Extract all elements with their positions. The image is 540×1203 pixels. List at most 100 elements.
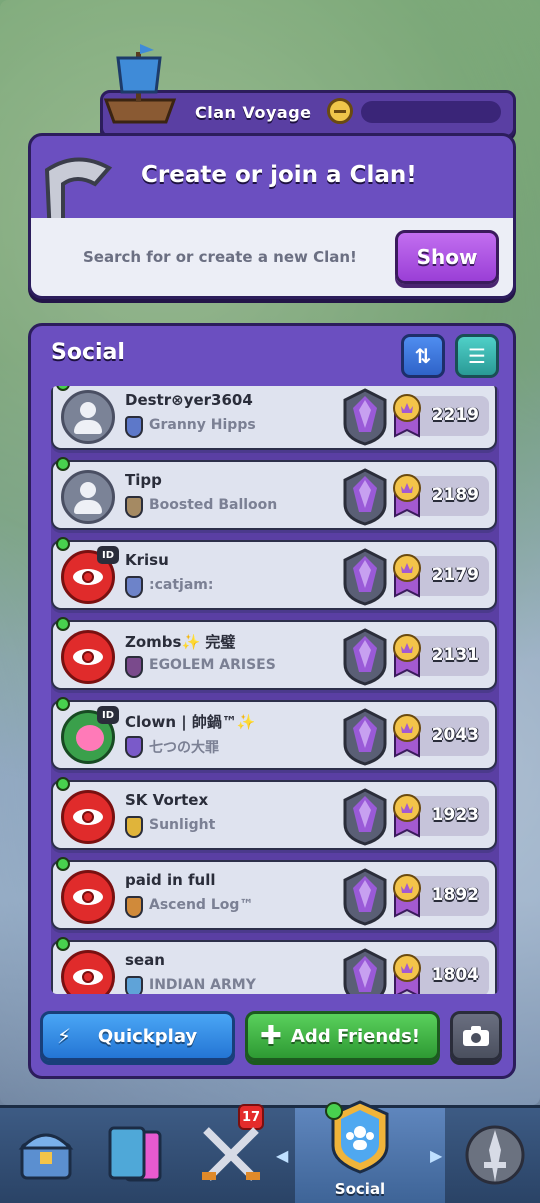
friend-clan-name: Ascend Log™ <box>149 897 254 913</box>
trophy-box: 1804 <box>393 954 489 994</box>
friend-name: paid in full <box>125 871 216 889</box>
trophy-count: 2179 <box>431 565 479 585</box>
trophy-box: 1892 <box>393 874 489 918</box>
nav-cards[interactable]: 17 <box>92 1104 264 1203</box>
online-status-dot <box>56 537 70 551</box>
avatar[interactable] <box>61 470 115 524</box>
nav-left-arrow-icon[interactable]: ◀ <box>276 1146 288 1165</box>
trophy-icon <box>391 472 423 518</box>
sort-arrows-icon: ⇅ <box>414 344 432 368</box>
online-status-dot <box>56 857 70 871</box>
battle-icon <box>202 1127 260 1181</box>
friend-name: SK Vortex <box>125 791 209 809</box>
clan-search-text: Search for or create a new Clan! <box>83 248 357 266</box>
trophy-count: 1892 <box>431 885 479 905</box>
avatar[interactable] <box>61 390 115 444</box>
friend-clan-name: Boosted Balloon <box>149 497 278 513</box>
clan-wars-icon <box>465 1125 525 1185</box>
online-status-dot <box>56 937 70 951</box>
clan-badge-icon <box>125 496 143 518</box>
avatar[interactable] <box>61 630 115 684</box>
trophy-icon <box>391 392 423 438</box>
friend-row[interactable]: SK Vortex Sunlight 1923 <box>51 777 497 850</box>
social-title: Social <box>51 340 125 365</box>
arena-icon <box>341 548 389 606</box>
online-status-dot <box>56 777 70 791</box>
clan-search-row: Search for or create a new Clan! Show <box>31 218 513 296</box>
friend-clan-name: Granny Hipps <box>149 417 256 433</box>
friend-row[interactable]: ID Krisu:catjam: 2179 <box>51 537 497 610</box>
clan-badge-icon <box>125 976 143 994</box>
camera-button[interactable] <box>450 1011 502 1061</box>
trophy-box: 2219 <box>393 394 489 438</box>
arena-icon <box>341 468 389 526</box>
friend-clan-name: INDIAN ARMY <box>149 977 256 993</box>
add-friends-button[interactable]: ✚ Add Friends! <box>245 1011 440 1061</box>
friend-name: Tipp <box>125 471 162 489</box>
arena-icon <box>341 868 389 926</box>
friend-row[interactable]: Destr⊗yer3604 Granny Hipps 2219 <box>51 386 497 450</box>
trophy-count: 1804 <box>431 965 479 985</box>
trophy-icon <box>391 952 423 994</box>
nav-clan-wars[interactable] <box>450 1108 540 1203</box>
clan-card: Create or join a Clan! Search for or cre… <box>28 133 516 299</box>
avatar[interactable] <box>61 790 115 844</box>
nav-social-online-dot <box>325 1102 343 1120</box>
nav-battle[interactable] <box>186 1108 276 1203</box>
friend-clan-name: Sunlight <box>149 817 216 833</box>
trophy-box: 2189 <box>393 474 489 518</box>
clan-badge-icon <box>125 896 143 918</box>
online-status-dot <box>56 457 70 471</box>
friend-name: Clown | 帥鍋™✨ <box>125 713 256 731</box>
social-panel: Social ⇅ ☰ Destr⊗yer3604 Granny Hipps 2219… <box>28 323 516 1079</box>
clan-badge-icon <box>125 416 143 438</box>
friend-name: Zombs✨ 完璧 <box>125 633 236 651</box>
filter-button[interactable]: ☰ <box>455 334 499 378</box>
trophy-icon <box>391 872 423 918</box>
trophy-icon <box>391 632 423 678</box>
friend-row[interactable]: paid in full Ascend Log™ 1892 <box>51 857 497 930</box>
filter-sliders-icon: ☰ <box>468 344 486 368</box>
friend-clan-name: EGOLEM ARISES <box>149 657 276 673</box>
trophy-count: 1923 <box>431 805 479 825</box>
friend-row[interactable]: Tipp Boosted Balloon 2189 <box>51 457 497 530</box>
clock-icon <box>327 98 353 124</box>
online-status-dot <box>56 697 70 711</box>
add-friends-label: Add Friends! <box>291 1025 420 1047</box>
avatar[interactable] <box>61 870 115 924</box>
chest-icon <box>18 1133 74 1180</box>
camera-icon <box>463 1026 489 1046</box>
friend-name: Destr⊗yer3604 <box>125 391 253 409</box>
ship-icon <box>103 44 177 124</box>
trophy-box: 1923 <box>393 794 489 838</box>
friend-row[interactable]: sean INDIAN ARMY 1804 <box>51 937 497 994</box>
quickplay-label: Quickplay <box>97 1025 198 1047</box>
trophy-box: 2179 <box>393 554 489 598</box>
trophy-count: 2043 <box>431 725 479 745</box>
quickplay-button[interactable]: ⚡ Quickplay <box>40 1011 235 1061</box>
nav-shop[interactable] <box>0 1108 90 1203</box>
trophy-box: 2131 <box>393 634 489 678</box>
clan-badge-icon <box>125 656 143 678</box>
friend-row[interactable]: Zombs✨ 完璧 EGOLEM ARISES 2131 <box>51 617 497 690</box>
clan-badge-icon <box>125 816 143 838</box>
arena-icon <box>341 388 389 446</box>
arena-icon <box>341 708 389 766</box>
clan-badge-icon <box>125 576 143 598</box>
friend-clan-name: :catjam: <box>149 577 214 593</box>
sort-button[interactable]: ⇅ <box>401 334 445 378</box>
nav-right-arrow-icon[interactable]: ▶ <box>430 1146 442 1165</box>
friends-list[interactable]: Destr⊗yer3604 Granny Hipps 2219 Tipp Boosted… <box>51 386 499 994</box>
clan-badge-icon <box>125 736 143 758</box>
trophy-box: 2043 <box>393 714 489 758</box>
plus-icon: ✚ <box>260 1021 282 1051</box>
show-clans-button[interactable]: Show <box>395 230 499 284</box>
avatar[interactable] <box>61 950 115 994</box>
trophy-count: 2131 <box>431 645 479 665</box>
id-badge: ID <box>97 546 119 564</box>
trophy-icon <box>391 712 423 758</box>
clan-card-title: Create or join a Clan! <box>141 162 417 188</box>
friend-row[interactable]: ID Clown | 帥鍋™✨ 七つの大罪 2043 <box>51 697 497 770</box>
arena-icon <box>341 788 389 846</box>
trophy-count: 2189 <box>431 485 479 505</box>
